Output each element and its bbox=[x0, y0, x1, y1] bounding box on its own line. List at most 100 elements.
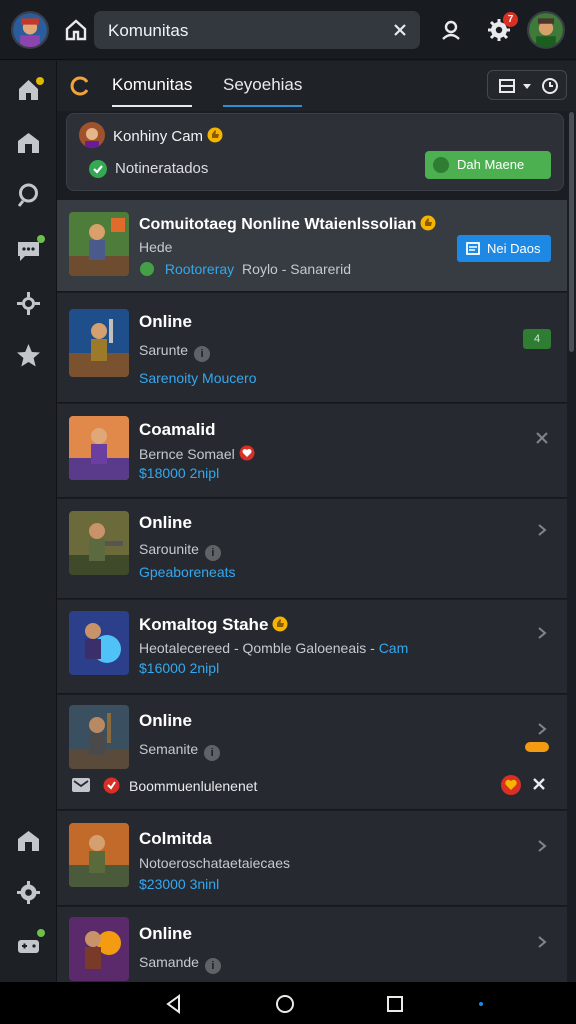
clear-search-icon[interactable] bbox=[390, 20, 410, 40]
sidebar bbox=[0, 61, 57, 982]
item-title: Online bbox=[139, 924, 192, 943]
list-item[interactable]: Colmitda Notoeroschataetaiecaes $23000 3… bbox=[57, 811, 567, 906]
item-subtitle-link[interactable]: Cam bbox=[379, 640, 409, 656]
info-icon[interactable]: i bbox=[204, 958, 221, 974]
item-subtitle: Samande i bbox=[139, 954, 221, 974]
item-title-text: Komaltog Stahe bbox=[139, 615, 269, 634]
activity-icon[interactable] bbox=[15, 290, 42, 317]
chevron-right-icon[interactable] bbox=[535, 626, 549, 640]
info-icon[interactable]: i bbox=[204, 545, 221, 561]
reaction-heart-icon[interactable] bbox=[500, 774, 522, 796]
item-subtitle-text: Heotalecereed - Qomble Galoeneais - bbox=[139, 640, 375, 656]
friends-icon[interactable] bbox=[438, 17, 464, 43]
list-item[interactable]: Online Semanite i Boommuenlulenenet bbox=[57, 695, 567, 810]
sidebar-settings-icon[interactable] bbox=[15, 879, 42, 906]
game-thumbnail bbox=[69, 823, 129, 887]
view-toggle[interactable] bbox=[487, 70, 567, 100]
store-icon[interactable] bbox=[15, 129, 42, 156]
tab-komunitas[interactable]: Komunitas bbox=[112, 75, 193, 107]
new-tag-button[interactable]: Nei Daos bbox=[457, 235, 551, 262]
favorites-star-icon[interactable] bbox=[15, 342, 42, 369]
item-link[interactable]: Gpeaboreneats bbox=[139, 564, 236, 580]
item-link[interactable]: $18000 2nipl bbox=[139, 465, 219, 481]
thumbs-up-icon bbox=[272, 616, 288, 632]
chevron-right-icon[interactable] bbox=[535, 523, 549, 537]
item-subtitle-text: Sarounite bbox=[139, 541, 199, 557]
chevron-right-icon[interactable] bbox=[535, 935, 549, 949]
share-icon[interactable] bbox=[532, 777, 546, 791]
item-subtitle-text: Bernce Somael bbox=[139, 446, 235, 462]
list-item[interactable]: Komaltog Stahe Heotalecereed - Qomble Ga… bbox=[57, 600, 567, 694]
chevron-right-icon[interactable] bbox=[535, 722, 549, 736]
user-avatar[interactable] bbox=[11, 11, 49, 49]
discover-icon[interactable] bbox=[15, 181, 42, 208]
item-subtitle: Hede bbox=[139, 239, 173, 255]
item-subtitle-text: Sarunte bbox=[139, 342, 189, 358]
highlight-action-button[interactable]: Dah Maene bbox=[425, 151, 551, 179]
thumbs-up-icon bbox=[420, 215, 436, 231]
item-title: Online bbox=[139, 312, 192, 331]
item-subtitle-text: Semanite bbox=[139, 741, 199, 757]
item-title: Colmitda bbox=[139, 829, 212, 848]
highlight-title: Konhiny Cam bbox=[113, 127, 223, 145]
new-tag-label: Nei Daos bbox=[487, 241, 541, 256]
close-icon[interactable] bbox=[535, 431, 549, 445]
list-item[interactable]: Online Sarounite i Gpeaboreneats bbox=[57, 499, 567, 599]
item-subtitle: Sarounite i bbox=[139, 541, 221, 561]
highlight-card[interactable]: Konhiny Cam Notineratados Dah Maene bbox=[66, 113, 564, 191]
thumbs-up-icon bbox=[207, 127, 223, 143]
game-controller-icon bbox=[525, 742, 549, 752]
top-bar: Komunitas 7 bbox=[0, 0, 576, 60]
library-icon[interactable] bbox=[15, 827, 42, 854]
chevron-right-icon[interactable] bbox=[535, 839, 549, 853]
item-link[interactable]: $16000 2nipl bbox=[139, 660, 219, 676]
info-icon[interactable]: i bbox=[204, 745, 221, 761]
home-icon[interactable] bbox=[64, 18, 88, 42]
back-icon[interactable] bbox=[164, 994, 184, 1014]
list-item[interactable]: Comuitotaeg Nonline Wtaienlssolian Hede … bbox=[57, 200, 567, 292]
online-count-badge: 4 bbox=[523, 329, 551, 349]
notification-badge: 7 bbox=[503, 12, 518, 27]
item-subtitle: Bernce Somael bbox=[139, 445, 255, 462]
profile-avatar[interactable] bbox=[527, 11, 565, 49]
online-status-icon bbox=[89, 160, 107, 178]
item-subtitle: Heotalecereed - Qomble Galoeneais - Cam bbox=[139, 640, 408, 656]
dropdown-caret-icon[interactable] bbox=[523, 82, 531, 90]
item-subtitle: Sarunte i bbox=[139, 342, 211, 362]
system-nav-bar bbox=[0, 982, 576, 1024]
search-input[interactable]: Komunitas bbox=[108, 21, 188, 41]
search-bar[interactable]: Komunitas bbox=[94, 11, 420, 49]
list-item[interactable]: Coamalid Bernce Somael $18000 2nipl bbox=[57, 404, 567, 498]
item-link[interactable]: Sarenoity Moucero bbox=[139, 370, 257, 386]
list-view-icon[interactable] bbox=[498, 77, 516, 95]
highlight-title-text: Konhiny Cam bbox=[113, 128, 204, 145]
action-check-icon bbox=[433, 157, 449, 173]
community-logo-icon bbox=[70, 76, 89, 96]
controller-unread-dot bbox=[37, 929, 45, 937]
tab-seyoehias[interactable]: Seyoehias bbox=[223, 75, 303, 107]
game-thumbnail bbox=[69, 611, 129, 675]
item-footer: Boommuenlulenenet bbox=[129, 778, 258, 794]
indicator-dot bbox=[479, 1002, 483, 1006]
message-icon[interactable] bbox=[71, 777, 91, 793]
item-subtitle: Notoeroschataetaiecaes bbox=[139, 855, 290, 871]
recents-icon[interactable] bbox=[385, 994, 405, 1014]
item-title: Komaltog Stahe bbox=[139, 615, 288, 635]
item-meta-text: Roylo - Sanarerid bbox=[242, 261, 351, 277]
list-item[interactable]: Online Samande i bbox=[57, 907, 567, 982]
item-title: Online bbox=[139, 711, 192, 730]
item-link[interactable]: Rootoreray bbox=[165, 261, 234, 277]
info-icon[interactable]: i bbox=[194, 346, 211, 362]
home-circle-icon[interactable] bbox=[275, 994, 295, 1014]
game-thumbnail bbox=[69, 212, 129, 276]
item-link[interactable]: $23000 3ninl bbox=[139, 876, 219, 892]
item-title: Coamalid bbox=[139, 420, 216, 439]
scrollbar[interactable] bbox=[569, 112, 574, 352]
history-clock-icon[interactable] bbox=[541, 77, 559, 95]
game-thumbnail bbox=[69, 416, 129, 480]
highlight-avatar bbox=[79, 122, 105, 148]
item-title: Online bbox=[139, 513, 192, 532]
tab-bar: Komunitas Seyoehias bbox=[57, 61, 576, 111]
home-unread-dot bbox=[36, 77, 44, 85]
list-item[interactable]: Online Sarunte i Sarenoity Moucero 4 bbox=[57, 293, 567, 403]
